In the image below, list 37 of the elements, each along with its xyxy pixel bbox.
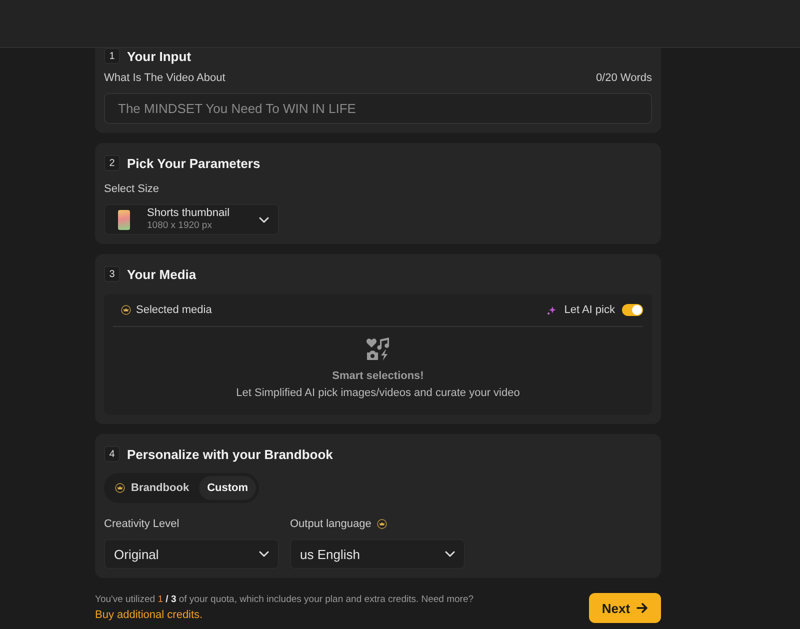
step-title: Personalize with your Brandbook bbox=[127, 446, 333, 462]
chevron-down-icon bbox=[259, 216, 269, 222]
arrow-right-icon bbox=[636, 602, 648, 614]
step-title: Pick Your Parameters bbox=[127, 156, 260, 170]
topic-input-field[interactable]: The MINDSET You Need To WIN IN LIFE bbox=[104, 93, 652, 124]
media-types-icon bbox=[366, 337, 390, 361]
brand-option[interactable]: Custom bbox=[199, 476, 256, 500]
field-label: Creativity Level bbox=[104, 518, 180, 530]
step-title: Your Media bbox=[127, 266, 196, 282]
size-dropdown[interactable]: Shorts thumbnail 1080 x 1920 px bbox=[104, 204, 279, 235]
ai-pick-toggle[interactable] bbox=[622, 304, 643, 316]
word-counter: 0/20 Words bbox=[596, 72, 652, 84]
size-name: Shorts thumbnail bbox=[147, 207, 230, 220]
empty-state-title: Smart selections! bbox=[332, 369, 424, 383]
field-label: What Is The Video About bbox=[104, 72, 226, 84]
select-dropdown[interactable]: us English bbox=[290, 539, 465, 569]
chevron-down-icon bbox=[259, 551, 269, 557]
quota-text: You've utilized 1 / 3 of your quota, which includes your plan and extra credits. Need more? bbox=[95, 594, 474, 606]
chevron-down-icon bbox=[445, 551, 455, 557]
step-number: 2 bbox=[104, 155, 120, 171]
select-dropdown[interactable]: Original bbox=[104, 539, 279, 569]
step-title: Your Input bbox=[127, 48, 192, 64]
brand-option[interactable]: Brandbook bbox=[107, 476, 198, 500]
thumbnail-icon bbox=[118, 210, 130, 230]
ai-pick-label: Let AI pick bbox=[564, 304, 615, 316]
empty-state-text: Let Simplified AI pick images/videos and curate your video bbox=[236, 386, 520, 400]
step-number: 3 bbox=[104, 266, 120, 282]
sparkle-icon bbox=[546, 304, 558, 316]
crown-icon bbox=[121, 305, 131, 315]
field-label: Select Size bbox=[104, 183, 160, 195]
next-button[interactable]: Next bbox=[589, 593, 661, 623]
step-number: 1 bbox=[104, 48, 120, 64]
field-label: Output language bbox=[290, 518, 372, 530]
selected-media-label: Selected media bbox=[136, 304, 212, 316]
size-dimensions: 1080 x 1920 px bbox=[147, 220, 213, 232]
buy-credits-link[interactable]: Buy additional credits. bbox=[95, 608, 474, 622]
step-number: 4 bbox=[104, 446, 120, 462]
